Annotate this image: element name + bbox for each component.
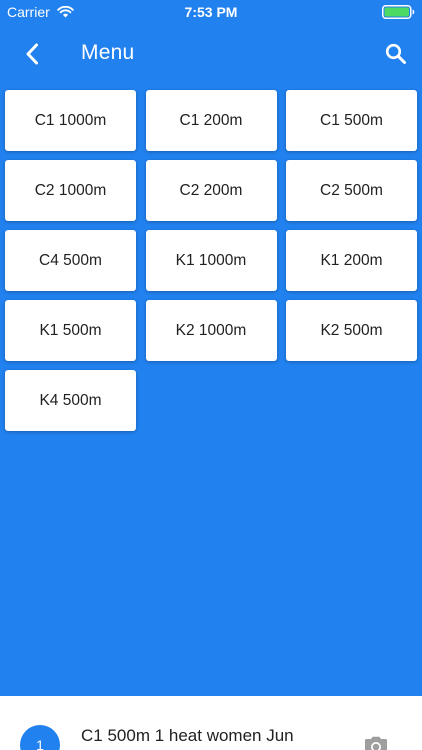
chevron-left-icon bbox=[26, 43, 38, 65]
event-tile[interactable]: K1 500m bbox=[5, 300, 136, 361]
event-tile[interactable]: K4 500m bbox=[5, 370, 136, 431]
event-tile[interactable]: C1 200m bbox=[145, 90, 277, 151]
event-tile[interactable]: C2 500m bbox=[286, 160, 417, 221]
event-tile[interactable]: K2 500m bbox=[286, 300, 417, 361]
status-bar: Carrier 7:53 PM bbox=[0, 0, 422, 24]
search-icon bbox=[385, 43, 406, 64]
search-button[interactable] bbox=[380, 36, 412, 72]
page-title: Menu bbox=[81, 41, 135, 64]
camera-icon[interactable] bbox=[364, 736, 388, 750]
list-item-title: C1 500m 1 heat women Jun bbox=[81, 726, 294, 745]
event-tile[interactable]: C1 500m bbox=[286, 90, 417, 151]
event-tile[interactable]: C2 200m bbox=[145, 160, 277, 221]
event-tile[interactable]: C1 1000m bbox=[5, 90, 136, 151]
battery-icon bbox=[382, 5, 415, 19]
event-tile[interactable]: K1 200m bbox=[286, 230, 417, 291]
back-button[interactable] bbox=[14, 38, 50, 70]
status-time: 7:53 PM bbox=[184, 4, 238, 20]
event-grid: C1 1000m C1 200m C1 500m C2 1000m C2 200… bbox=[5, 90, 417, 431]
event-tile[interactable]: K2 1000m bbox=[145, 300, 277, 361]
event-tile[interactable]: C2 1000m bbox=[5, 160, 136, 221]
event-tile[interactable]: C4 500m bbox=[5, 230, 136, 291]
event-tile[interactable]: K1 1000m bbox=[145, 230, 277, 291]
item-index-avatar: 1 bbox=[20, 725, 60, 750]
app-bar: Menu bbox=[0, 24, 422, 84]
results-list: 1 C1 500m 1 heat women Jun bbox=[0, 696, 422, 750]
